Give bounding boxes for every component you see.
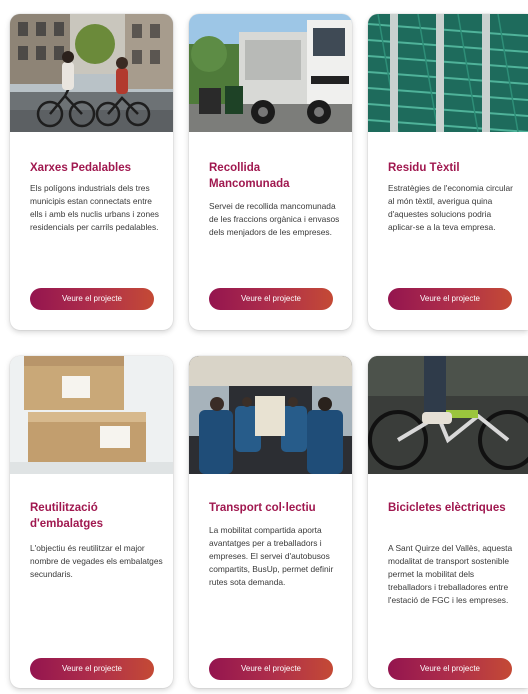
garbage-truck-photo xyxy=(189,14,352,132)
card-transport-collectiu: Transport col·lectiu La mobilitat compar… xyxy=(189,356,352,688)
cardboard-boxes-photo xyxy=(10,356,173,474)
view-project-button[interactable]: Veure el projecte xyxy=(30,288,154,310)
bus-interior-photo xyxy=(189,356,352,474)
card-description: L'objectiu és reutilitzar el major nombr… xyxy=(30,543,163,579)
card-description: Estratègies de l'economia circular al mó… xyxy=(388,183,513,232)
view-project-button[interactable]: Veure el projecte xyxy=(388,658,512,680)
view-project-button[interactable]: Veure el projecte xyxy=(388,288,512,310)
card-description: La mobilitat compartida aporta avantatge… xyxy=(209,525,334,587)
card-description: Els polígons industrials dels tres munic… xyxy=(30,183,159,232)
card-bicicletes-electriques: Bicicletes elèctriques A Sant Quirze del… xyxy=(368,356,528,688)
card-residu-textil: Residu Tèxtil Estratègies de l'economia … xyxy=(368,14,528,330)
card-xarxes-pedalables: Xarxes Pedalables Els polígons industria… xyxy=(10,14,173,330)
electric-bike-photo xyxy=(368,356,528,474)
card-reutilitzacio-embalatges: Reutilització d'embalatges L'objectiu és… xyxy=(10,356,173,688)
view-project-button[interactable]: Veure el projecte xyxy=(209,288,333,310)
card-recollida-mancomunada: Recollida Mancomunada Servei de recollid… xyxy=(189,14,352,330)
card-title: Bicicletes elèctriques xyxy=(388,502,506,514)
cyclists-photo xyxy=(10,14,173,132)
card-title: Residu Tèxtil xyxy=(388,162,460,174)
card-title: Recollida Mancomunada xyxy=(209,162,290,190)
card-description: A Sant Quirze del Vallès, aquesta modali… xyxy=(388,543,513,605)
card-title: Xarxes Pedalables xyxy=(30,162,132,174)
card-description: Servei de recollida mancomunada de les f… xyxy=(209,201,340,237)
view-project-button[interactable]: Veure el projecte xyxy=(209,658,333,680)
view-project-button[interactable]: Veure el projecte xyxy=(30,658,154,680)
card-title: Reutilització d'embalatges xyxy=(30,502,104,530)
card-title: Transport col·lectiu xyxy=(209,502,316,514)
textile-rolls-photo xyxy=(368,14,528,132)
